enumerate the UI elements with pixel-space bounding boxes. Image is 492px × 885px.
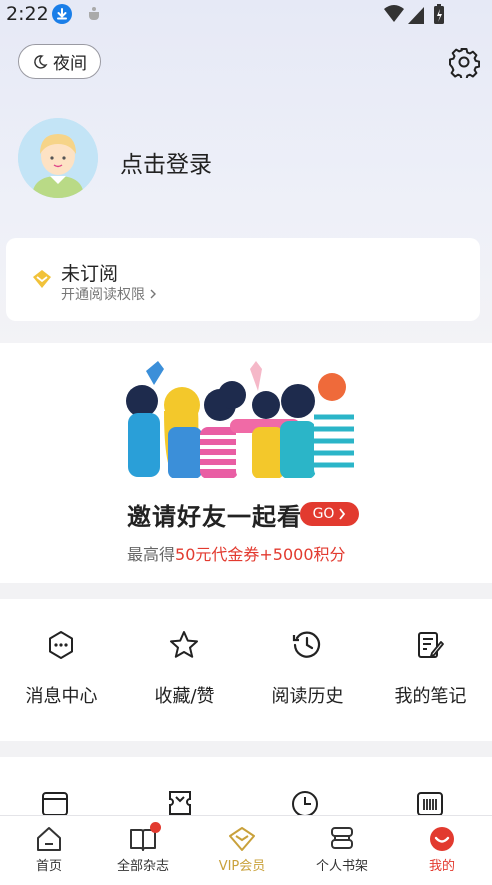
bookshelf-icon [328,825,356,853]
magazines-badge [150,822,161,833]
barcode-icon[interactable] [415,788,445,817]
nav-label: 首页 [35,859,62,874]
clock-icon[interactable] [290,788,320,817]
subscription-subtitle-text: 开通阅读权限 [61,287,145,303]
note-icon [414,629,446,661]
invite-banner[interactable]: 邀请好友一起看 GO 最高得50元代金券+5000积分 [0,343,492,583]
home-icon [35,825,63,853]
history-icon [291,629,323,661]
nav-label: 我的 [428,859,455,874]
nav-me[interactable]: 我的 [393,816,491,885]
friends-illustration [120,361,368,485]
bottom-navigation: 首页 全部杂志 VIP会员 个人书架 我的 [0,815,492,885]
invite-reward-prefix: 最高得 [127,545,176,564]
chevron-right-icon [339,508,346,520]
night-mode-button[interactable]: 夜间 [18,44,101,79]
quick-action-messages[interactable]: 消息中心 [0,599,123,741]
settings-gear-icon[interactable] [448,46,481,81]
nav-home[interactable]: 首页 [0,816,98,885]
status-bar: 2:22 [0,0,492,30]
login-link[interactable]: 点击登录 [120,145,212,179]
invite-reward-highlight: 50元代金券+5000积分 [175,545,346,564]
subscription-card[interactable]: 未订阅 开通阅读权限 [6,238,480,321]
star-icon [168,629,200,661]
quick-actions-grid: 消息中心 收藏/赞 阅读历史 我的笔记 [0,599,492,741]
nav-magazines[interactable]: 全部杂志 [94,816,192,885]
night-mode-label: 夜间 [53,54,87,74]
app-notification-icon [86,6,102,22]
invite-reward-text: 最高得50元代金券+5000积分 [127,541,346,565]
system-status-icons [382,4,462,26]
status-time: 2:22 [6,3,49,25]
vip-icon [228,825,256,853]
nav-label: 全部杂志 [116,859,169,874]
nav-vip[interactable]: VIP会员 [193,816,291,885]
wifi-icon [384,5,404,22]
quick-action-favorites[interactable]: 收藏/赞 [123,599,246,741]
me-icon [428,825,456,853]
quick-action-label: 消息中心 [25,686,98,707]
quick-action-history[interactable]: 阅读历史 [246,599,369,741]
moon-icon [34,54,48,69]
more-actions-grid [0,757,492,817]
quick-action-label: 收藏/赞 [154,686,215,707]
chevron-right-icon [150,289,157,299]
message-icon [45,629,77,661]
invite-title: 邀请好友一起看 [127,503,302,531]
go-button[interactable]: GO [300,502,359,526]
go-button-label: GO [312,506,335,522]
subscription-status: 未订阅 [61,263,119,285]
avatar[interactable] [18,118,98,198]
download-notification-icon [52,4,72,24]
subscription-subtitle: 开通阅读权限 [61,284,157,304]
nav-label: 个人书架 [315,859,368,874]
nav-bookshelf[interactable]: 个人书架 [293,816,391,885]
nav-label: VIP会员 [218,859,266,874]
cell-signal-icon [408,7,424,24]
quick-action-notes[interactable]: 我的笔记 [369,599,492,741]
ticket-icon[interactable] [165,788,195,817]
quick-action-label: 阅读历史 [271,686,344,707]
vip-diamond-icon [31,268,53,290]
quick-action-label: 我的笔记 [394,686,467,707]
wallet-icon[interactable] [40,788,70,817]
